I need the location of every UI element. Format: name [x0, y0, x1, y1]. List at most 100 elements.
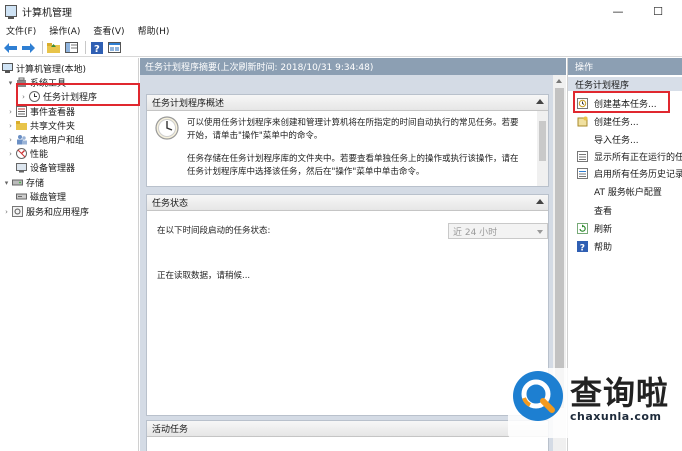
- watermark-url: chaxunla.com: [570, 410, 662, 423]
- refresh-icon: [577, 222, 588, 234]
- tree-label: 存储: [26, 179, 45, 189]
- menu-file[interactable]: 文件(F): [0, 24, 43, 37]
- maximize-button[interactable]: ☐: [638, 0, 678, 22]
- action-show-running-tasks[interactable]: 显示所有正在运行的任务: [568, 149, 682, 163]
- show-tree-icon[interactable]: [64, 41, 79, 55]
- action-refresh[interactable]: 刷新: [568, 221, 682, 235]
- properties-icon[interactable]: [107, 41, 122, 55]
- svg-text:?: ?: [580, 243, 585, 252]
- expand-arrow-icon[interactable]: ▾: [2, 179, 11, 187]
- device-manager-icon: [16, 162, 27, 173]
- tree-label: 服务和应用程序: [26, 208, 90, 218]
- task-history-icon: [577, 167, 588, 179]
- title-bar[interactable]: 计算机管理 — ☐: [0, 0, 682, 22]
- tree-node-event-viewer[interactable]: › 事件查看器: [6, 105, 75, 118]
- minimize-button[interactable]: —: [598, 0, 638, 22]
- forward-arrow-icon[interactable]: [21, 41, 36, 55]
- svg-text:?: ?: [94, 44, 100, 54]
- expand-arrow-icon[interactable]: ▾: [6, 79, 15, 87]
- task-status-panel: 任务状态 在以下时间段启动的任务状态: 近 24 小时 正在读取数据，请稍候..…: [146, 194, 549, 416]
- action-enable-task-history[interactable]: 启用所有任务历史记录: [568, 166, 682, 180]
- tree-node-shared-folders[interactable]: › 共享文件夹: [6, 119, 75, 132]
- window-title: 计算机管理: [22, 7, 72, 19]
- status-period-label: 在以下时间段启动的任务状态:: [157, 226, 271, 236]
- menu-help[interactable]: 帮助(H): [132, 24, 177, 37]
- tree-node-services-apps[interactable]: › 服务和应用程序: [2, 205, 89, 218]
- active-tasks-panel: 活动任务: [146, 420, 549, 451]
- tree-label: 本地用户和组: [30, 136, 85, 146]
- actions-header: 操作: [568, 58, 682, 75]
- help-icon: ?: [577, 240, 588, 252]
- tree-label: 设备管理器: [30, 164, 76, 174]
- action-label: 查看: [594, 206, 613, 217]
- action-view[interactable]: 查看: [568, 203, 682, 217]
- tree-node-disk-management[interactable]: 磁盘管理: [16, 190, 66, 203]
- action-label: 帮助: [594, 242, 613, 253]
- storage-icon: [12, 177, 23, 188]
- help-icon[interactable]: ?: [89, 41, 104, 55]
- overview-text-2: 任务存储在任务计划程序库的文件夹中。若要查看单独任务上的操作或执行该操作，请在 …: [187, 154, 519, 177]
- scrollbar-thumb[interactable]: [555, 88, 564, 408]
- collapse-arrow-icon[interactable]: ›: [6, 108, 15, 116]
- tree-node-computer-management[interactable]: 计算机管理(本地): [2, 62, 86, 75]
- up-folder-icon[interactable]: [46, 41, 61, 55]
- active-tasks-panel-header[interactable]: 活动任务: [147, 421, 548, 437]
- tree-node-performance[interactable]: › 性能: [6, 147, 48, 160]
- highlight-task-scheduler: [16, 83, 140, 106]
- overview-panel-header[interactable]: 任务计划程序概述: [147, 95, 548, 111]
- create-task-icon: [577, 116, 588, 127]
- running-tasks-icon: [577, 150, 588, 162]
- action-label: AT 服务帐户配置: [594, 187, 662, 198]
- disk-icon: [16, 191, 27, 202]
- status-period-select[interactable]: 近 24 小时: [448, 223, 548, 239]
- overview-panel-title: 任务计划程序概述: [152, 99, 225, 109]
- back-arrow-icon[interactable]: [3, 41, 18, 55]
- toolbar-separator: [42, 41, 43, 54]
- action-label: 启用所有任务历史记录: [594, 169, 682, 180]
- task-status-panel-header[interactable]: 任务状态: [147, 195, 548, 211]
- action-label: 显示所有正在运行的任务: [594, 152, 682, 163]
- tree-node-device-manager[interactable]: 设备管理器: [16, 161, 75, 174]
- active-tasks-panel-title: 活动任务: [152, 425, 189, 435]
- services-icon: [12, 206, 23, 217]
- shared-folder-icon: [16, 120, 27, 131]
- action-label: 导入任务...: [594, 135, 639, 146]
- collapse-icon[interactable]: [536, 99, 544, 104]
- collapse-arrow-icon[interactable]: ›: [6, 136, 15, 144]
- event-viewer-icon: [16, 106, 27, 117]
- toolbar-separator: [85, 41, 86, 54]
- tree-node-local-users[interactable]: › 本地用户和组: [6, 133, 84, 146]
- action-create-task[interactable]: 创建任务...: [568, 114, 682, 128]
- clock-icon: [155, 116, 179, 140]
- watermark-brand: 查询啦: [570, 374, 670, 412]
- tree-label: 事件查看器: [30, 108, 76, 118]
- action-at-service-account[interactable]: AT 服务帐户配置: [568, 184, 682, 198]
- tree-label: 磁盘管理: [30, 193, 67, 203]
- menu-view[interactable]: 查看(V): [87, 24, 131, 37]
- collapse-arrow-icon[interactable]: ›: [6, 122, 15, 130]
- magnifier-logo-icon: [510, 368, 566, 424]
- overview-scrollbar[interactable]: [537, 111, 548, 186]
- menu-action[interactable]: 操作(A): [43, 24, 87, 37]
- action-help[interactable]: ? 帮助: [568, 239, 682, 253]
- users-icon: [16, 134, 27, 145]
- highlight-create-basic-task: [573, 91, 670, 113]
- computer-management-window: 计算机管理 — ☐ 文件(F) 操作(A) 查看(V) 帮助(H) ? 计算机管…: [0, 0, 682, 451]
- computer-management-icon: [5, 5, 17, 19]
- toolbar: ?: [0, 39, 682, 57]
- action-import-task[interactable]: 导入任务...: [568, 132, 682, 146]
- tree-label: 共享文件夹: [30, 122, 76, 132]
- tree-node-storage[interactable]: ▾ 存储: [2, 176, 45, 190]
- navigation-tree: 计算机管理(本地) ▾ 系统工具 › 任务计划程序 › 事件查看器 › 共享文件…: [0, 58, 139, 451]
- scrollbar-thumb[interactable]: [539, 121, 546, 161]
- overview-text-1: 可以使用任务计划程序来创建和管理计算机将在所指定的时间自动执行的常见任务。若要 …: [187, 118, 519, 141]
- tree-label: 计算机管理(本地): [16, 65, 87, 75]
- summary-header: 任务计划程序摘要(上次刷新时间: 2018/10/31 9:34:48): [140, 58, 566, 75]
- collapse-arrow-icon[interactable]: ›: [6, 150, 15, 158]
- status-loading-text: 正在读取数据，请稍候...: [157, 271, 251, 281]
- collapse-icon[interactable]: [536, 199, 544, 204]
- scroll-up-icon[interactable]: [556, 79, 562, 83]
- collapse-arrow-icon[interactable]: ›: [2, 208, 11, 216]
- tree-label: 性能: [30, 150, 49, 160]
- actions-section-task-scheduler[interactable]: 任务计划程序: [568, 77, 682, 91]
